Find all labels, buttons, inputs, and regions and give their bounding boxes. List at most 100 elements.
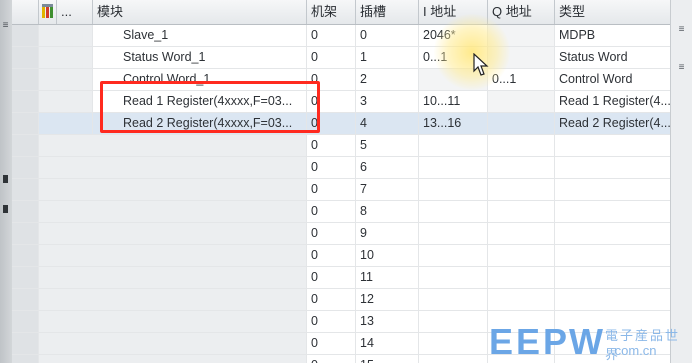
table-row[interactable]: 0 11 [12, 267, 670, 289]
table-row[interactable]: 0 7 [12, 179, 670, 201]
i-address-cell[interactable]: 13...16 [419, 113, 488, 134]
row-edge [12, 223, 39, 244]
module-cell[interactable] [39, 135, 307, 156]
expand-right-icon[interactable] [3, 205, 8, 213]
menu-lines-icon[interactable]: ≡ [674, 60, 689, 76]
module-cell[interactable] [39, 267, 307, 288]
table-row[interactable]: 0 10 [12, 245, 670, 267]
header-rack[interactable]: 机架 [307, 0, 356, 24]
i-address-cell[interactable] [419, 135, 488, 156]
menu-lines-icon[interactable]: ≡ [2, 20, 9, 31]
q-address-cell[interactable] [488, 267, 555, 288]
i-address-cell[interactable] [419, 333, 488, 354]
table-row-selected[interactable]: Read 2 Register(4xxxx,F=03... 0 4 13...1… [12, 113, 670, 135]
module-cell[interactable] [39, 179, 307, 200]
q-address-cell[interactable] [488, 135, 555, 156]
row-edge [12, 289, 39, 310]
i-address-cell[interactable] [419, 289, 488, 310]
slot-cell: 11 [356, 267, 419, 288]
module-cell[interactable] [39, 355, 307, 363]
i-address-cell[interactable] [419, 157, 488, 178]
header-edge-cell [12, 0, 39, 24]
rack-cell: 0 [307, 289, 356, 310]
watermark-url: .com.cn [611, 343, 657, 358]
module-cell[interactable] [39, 157, 307, 178]
module-cell[interactable] [39, 201, 307, 222]
table-row[interactable]: Read 1 Register(4xxxx,F=03... 0 3 10...1… [12, 91, 670, 113]
rack-cell: 0 [307, 245, 356, 266]
table-row[interactable]: 0 6 [12, 157, 670, 179]
q-address-cell[interactable] [488, 91, 555, 112]
q-address-cell[interactable] [488, 113, 555, 134]
i-address-cell[interactable]: 10...11 [419, 91, 488, 112]
q-address-cell[interactable] [488, 223, 555, 244]
right-scrollbar[interactable]: ≡ ≡ [670, 0, 692, 363]
q-address-cell[interactable] [488, 289, 555, 310]
row-edge [12, 25, 39, 46]
table-row[interactable]: 0 9 [12, 223, 670, 245]
row-icon-cell [39, 25, 93, 46]
slot-cell: 14 [356, 333, 419, 354]
table-row[interactable]: Slave_1 0 0 2046* MDPB [12, 25, 670, 47]
i-address-cell[interactable] [419, 311, 488, 332]
collapse-left-icon[interactable] [3, 175, 8, 183]
q-address-cell[interactable] [488, 47, 555, 68]
table-row[interactable]: 0 5 [12, 135, 670, 157]
row-icon-cell [39, 69, 93, 90]
row-edge [12, 311, 39, 332]
module-cell[interactable] [39, 333, 307, 354]
module-cell[interactable] [39, 289, 307, 310]
i-address-cell[interactable] [419, 201, 488, 222]
module-cell[interactable]: Read 1 Register(4xxxx,F=03... [93, 91, 307, 112]
slot-cell: 12 [356, 289, 419, 310]
rack-cell: 0 [307, 25, 356, 46]
type-cell [555, 289, 670, 310]
table-row[interactable]: 0 8 [12, 201, 670, 223]
type-cell: Status Word [559, 50, 628, 64]
module-cell[interactable] [39, 223, 307, 244]
table-row[interactable]: Status Word_1 0 1 0...1 Status Word [12, 47, 670, 69]
rack-cell: 0 [307, 113, 356, 134]
module-cell[interactable] [39, 311, 307, 332]
module-cell[interactable]: Control Word_1 [93, 69, 307, 90]
row-edge [12, 179, 39, 200]
i-address-cell[interactable] [419, 179, 488, 200]
module-cell[interactable]: Status Word_1 [93, 47, 307, 68]
row-icon-cell [39, 91, 93, 112]
rack-cell: 0 [307, 157, 356, 178]
module-cell[interactable]: Slave_1 [93, 25, 307, 46]
device-overview-table: ... 模块 机架 插槽 I 地址 Q 地址 类型 Slave_1 0 0 20… [12, 0, 670, 363]
q-address-cell[interactable] [488, 179, 555, 200]
header-i-address[interactable]: I 地址 [419, 0, 488, 24]
q-address-cell[interactable] [488, 245, 555, 266]
i-address-cell[interactable] [419, 245, 488, 266]
header-dots[interactable]: ... [57, 0, 93, 24]
module-cell[interactable] [39, 245, 307, 266]
header-type[interactable]: 类型 [555, 0, 670, 24]
i-address-cell[interactable] [419, 267, 488, 288]
network-view-icon[interactable] [39, 0, 57, 24]
rack-cell: 0 [307, 201, 356, 222]
i-address-cell[interactable]: 2046* [419, 25, 488, 46]
menu-lines-icon[interactable]: ≡ [674, 22, 689, 38]
module-cell[interactable]: Read 2 Register(4xxxx,F=03... [93, 113, 307, 134]
row-edge [12, 355, 39, 363]
q-address-cell[interactable] [488, 25, 555, 46]
header-module[interactable]: 模块 [93, 0, 307, 24]
slot-cell: 3 [356, 91, 419, 112]
header-slot[interactable]: 插槽 [356, 0, 419, 24]
row-edge [12, 267, 39, 288]
q-address-cell[interactable] [488, 201, 555, 222]
table-row[interactable]: Control Word_1 0 2 0...1 Control Word [12, 69, 670, 91]
i-address-cell[interactable] [419, 355, 488, 363]
row-edge [12, 157, 39, 178]
q-address-cell[interactable]: 0...1 [488, 69, 555, 90]
slot-cell: 8 [356, 201, 419, 222]
i-address-cell[interactable] [419, 223, 488, 244]
slot-cell: 15 [356, 355, 419, 363]
type-cell [555, 201, 670, 222]
table-row[interactable]: 0 12 [12, 289, 670, 311]
rack-cell: 0 [307, 47, 356, 68]
q-address-cell[interactable] [488, 157, 555, 178]
header-q-address[interactable]: Q 地址 [488, 0, 555, 24]
